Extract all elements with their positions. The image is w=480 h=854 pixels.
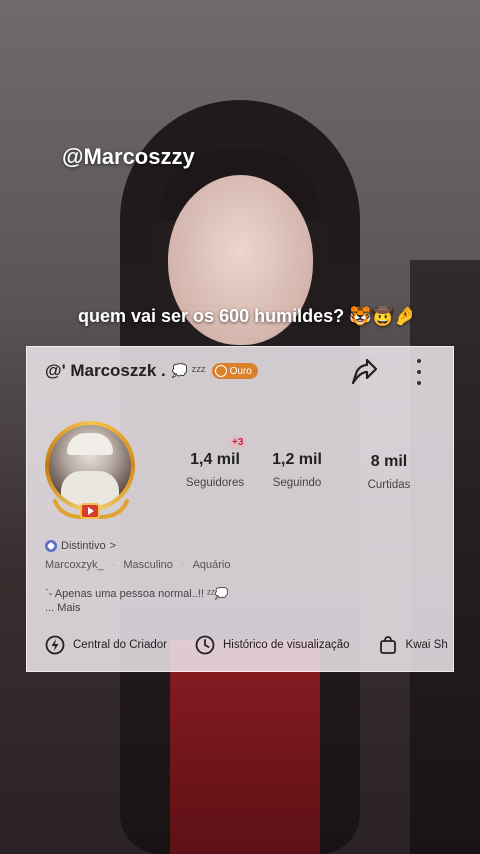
history-label: Histórico de visualização (222, 639, 350, 651)
history-button[interactable]: Histórico de visualização (195, 635, 350, 655)
tier-badge[interactable]: Ouro (211, 363, 258, 379)
following-count: 1,2 mil (272, 451, 322, 468)
share-arrow-icon[interactable] (349, 357, 379, 387)
bio-more-link[interactable]: ... Mais (45, 601, 229, 615)
stat-followers[interactable]: 1,4 mil Seguidores (173, 451, 257, 489)
username-caption: @Marcoszzy (62, 144, 195, 169)
info-gender: Masculino (123, 559, 173, 571)
followers-label: Seguidores (185, 477, 245, 489)
question-caption: quem vai ser os 600 humildes? 🐯🤠🤌 (78, 306, 417, 326)
likes-label: Curtidas (367, 479, 411, 491)
bio-text: `- Apenas uma pessoa normal..!! ᶻᶻ💭 (45, 588, 229, 600)
profile-bio: `- Apenas uma pessoa normal..!! ᶻᶻ💭 ... … (45, 587, 229, 615)
profile-handle: @' Marcoszzk . (45, 361, 166, 380)
info-username: Marcoxzyk_ (45, 559, 104, 571)
play-icon (80, 503, 100, 519)
likes-count: 8 mil (370, 453, 408, 470)
profile-header: @' Marcoszzk . 💭 ᶻᶻᶻ Ouro (45, 361, 258, 381)
followers-delta-badge: +3 (228, 436, 248, 449)
avatar-image (49, 425, 131, 507)
shopping-bag-icon (379, 636, 396, 654)
followers-count: 1,4 mil (190, 451, 240, 468)
kwai-shop-button[interactable]: Kwai Sh (378, 635, 448, 655)
tier-badge-icon (214, 365, 227, 377)
tier-badge-label: Ouro (229, 365, 252, 377)
chevron-right-icon: > (109, 540, 117, 552)
stat-following[interactable]: 1,2 mil Seguindo (255, 451, 339, 489)
clock-icon (195, 635, 215, 655)
more-vertical-icon[interactable] (409, 357, 429, 387)
profile-card: @' Marcoszzk . 💭 ᶻᶻᶻ Ouro 1,4 mil Seguid… (26, 346, 454, 672)
kwai-shop-label: Kwai Sh (405, 639, 448, 651)
background-shirt (170, 640, 320, 854)
info-sign: Aquário (192, 559, 231, 571)
creator-center-label: Central do Criador (73, 639, 167, 651)
creator-center-button[interactable]: Central do Criador (45, 635, 167, 655)
distintivo-link[interactable]: Distintivo > (45, 540, 116, 552)
avatar[interactable] (43, 421, 139, 525)
shortcut-bar: Central do Criador Histórico de visualiz… (45, 635, 453, 659)
header-emoji: 💭 ᶻᶻᶻ (171, 363, 206, 378)
lightning-icon (45, 635, 65, 655)
distintivo-icon (45, 540, 57, 552)
following-label: Seguindo (272, 477, 322, 489)
profile-info: Marcoxzyk_ · Masculino · Aquário (45, 559, 231, 571)
distintivo-label: Distintivo (61, 540, 106, 552)
stat-likes[interactable]: 8 mil Curtidas (347, 453, 431, 491)
